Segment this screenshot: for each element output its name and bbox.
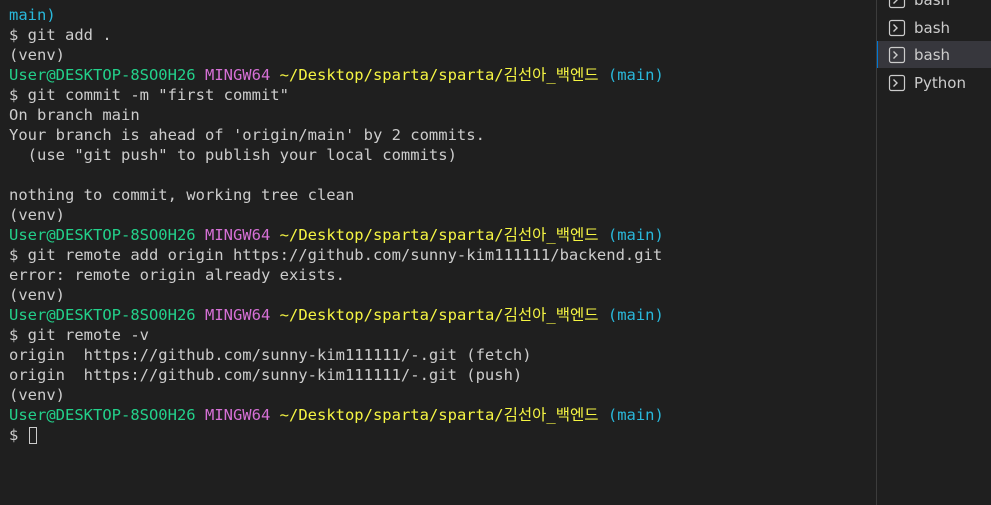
terminal-text-segment: MINGW64: [204, 306, 271, 324]
terminal-text-segment: (main): [607, 226, 664, 244]
terminal-output: main) $ git add . (venv) User@DESKTOP-8SO0H…: [9, 5, 664, 445]
terminal-tab-label: bash: [914, 18, 951, 37]
terminal-panel[interactable]: main) $ git add . (venv) User@DESKTOP-8SO0H…: [0, 0, 876, 505]
terminal-line: $ git remote add origin https://github.c…: [9, 245, 664, 265]
terminal-line: error: remote origin already exists.: [9, 265, 664, 285]
terminal-text-segment: $ git commit -m "first commit": [9, 86, 289, 104]
terminal-text-segment: $: [9, 426, 28, 444]
terminal-text-segment: MINGW64: [204, 406, 271, 424]
terminal-text-segment: User@DESKTOP-8SO0H26: [9, 66, 196, 84]
terminal-text-segment: main): [9, 6, 56, 24]
terminal-line: (venv): [9, 285, 664, 305]
terminal-text-segment: MINGW64: [204, 226, 271, 244]
terminal-icon: [888, 74, 906, 91]
terminal-text-segment: On branch main: [9, 106, 140, 124]
terminal-text-segment: ~/Desktop/sparta/sparta/김선아_백엔드: [279, 406, 599, 424]
terminal-text-segment: (venv): [9, 206, 65, 224]
terminal-text-segment: nothing to commit, working tree clean: [9, 186, 355, 204]
terminal-tab-3[interactable]: bash: [877, 41, 991, 68]
terminal-line: origin https://github.com/sunny-kim11111…: [9, 345, 664, 365]
terminal-text-segment: ~/Desktop/sparta/sparta/김선아_백엔드: [279, 306, 599, 324]
terminal-line: Your branch is ahead of 'origin/main' by…: [9, 125, 664, 145]
terminal-line: (venv): [9, 205, 664, 225]
terminal-line: (venv): [9, 385, 664, 405]
terminal-tab-1[interactable]: bash: [877, 0, 991, 13]
terminal-icon: [888, 19, 906, 36]
terminal-line: (use "git push" to publish your local co…: [9, 145, 664, 165]
terminal-text-segment: (venv): [9, 386, 65, 404]
terminal-line: $ git commit -m "first commit": [9, 85, 664, 105]
terminal-tab-4[interactable]: Python: [877, 69, 991, 96]
terminal-line: (venv): [9, 45, 664, 65]
terminal-text-segment: (venv): [9, 286, 65, 304]
terminal-text-segment: $ git add .: [9, 26, 112, 44]
terminal-tab-label: Python: [914, 73, 966, 92]
terminal-line: User@DESKTOP-8SO0H26 MINGW64 ~/Desktop/s…: [9, 225, 664, 245]
terminal-text-segment: User@DESKTOP-8SO0H26: [9, 406, 196, 424]
terminal-line: User@DESKTOP-8SO0H26 MINGW64 ~/Desktop/s…: [9, 405, 664, 425]
terminal-window: main) $ git add . (venv) User@DESKTOP-8SO0H…: [0, 0, 991, 505]
terminal-line: $ git add .: [9, 25, 664, 45]
terminal-text-segment: (main): [607, 406, 664, 424]
terminal-text-segment: ~/Desktop/sparta/sparta/김선아_백엔드: [279, 226, 599, 244]
terminal-line: main): [9, 5, 664, 25]
terminal-line: nothing to commit, working tree clean: [9, 185, 664, 205]
terminal-line: origin https://github.com/sunny-kim11111…: [9, 365, 664, 385]
terminal-text-segment: User@DESKTOP-8SO0H26: [9, 226, 196, 244]
terminal-text-segment: origin https://github.com/sunny-kim11111…: [9, 346, 532, 364]
terminal-line: On branch main: [9, 105, 664, 125]
terminal-tab-label: bash: [914, 45, 951, 64]
terminal-text-segment: (use "git push" to publish your local co…: [9, 146, 457, 164]
terminal-line: User@DESKTOP-8SO0H26 MINGW64 ~/Desktop/s…: [9, 305, 664, 325]
terminal-text-segment: (main): [607, 66, 664, 84]
terminal-tab-label: bash: [914, 0, 950, 9]
terminal-text-segment: $ git remote add origin https://github.c…: [9, 246, 663, 264]
terminal-text-segment: Your branch is ahead of 'origin/main' by…: [9, 126, 485, 144]
terminal-text-segment: ~/Desktop/sparta/sparta/김선아_백엔드: [279, 66, 599, 84]
terminal-tab-2[interactable]: bash: [877, 14, 991, 41]
terminal-text-segment: (venv): [9, 46, 65, 64]
terminal-line: $ git remote -v: [9, 325, 664, 345]
terminal-text-segment: (main): [607, 306, 664, 324]
terminal-text-segment: MINGW64: [204, 66, 271, 84]
terminal-text-segment: User@DESKTOP-8SO0H26: [9, 306, 196, 324]
terminal-line: $: [9, 425, 664, 445]
terminal-icon: [888, 46, 906, 63]
terminal-text-segment: origin https://github.com/sunny-kim11111…: [9, 366, 523, 384]
terminal-cursor: [28, 427, 37, 444]
terminal-line: User@DESKTOP-8SO0H26 MINGW64 ~/Desktop/s…: [9, 65, 664, 85]
terminal-tab-list: bash bash bash Python: [877, 0, 991, 505]
terminal-text-segment: $ git remote -v: [9, 326, 149, 344]
terminal-icon: [888, 0, 906, 8]
terminal-text-segment: error: remote origin already exists.: [9, 266, 345, 284]
